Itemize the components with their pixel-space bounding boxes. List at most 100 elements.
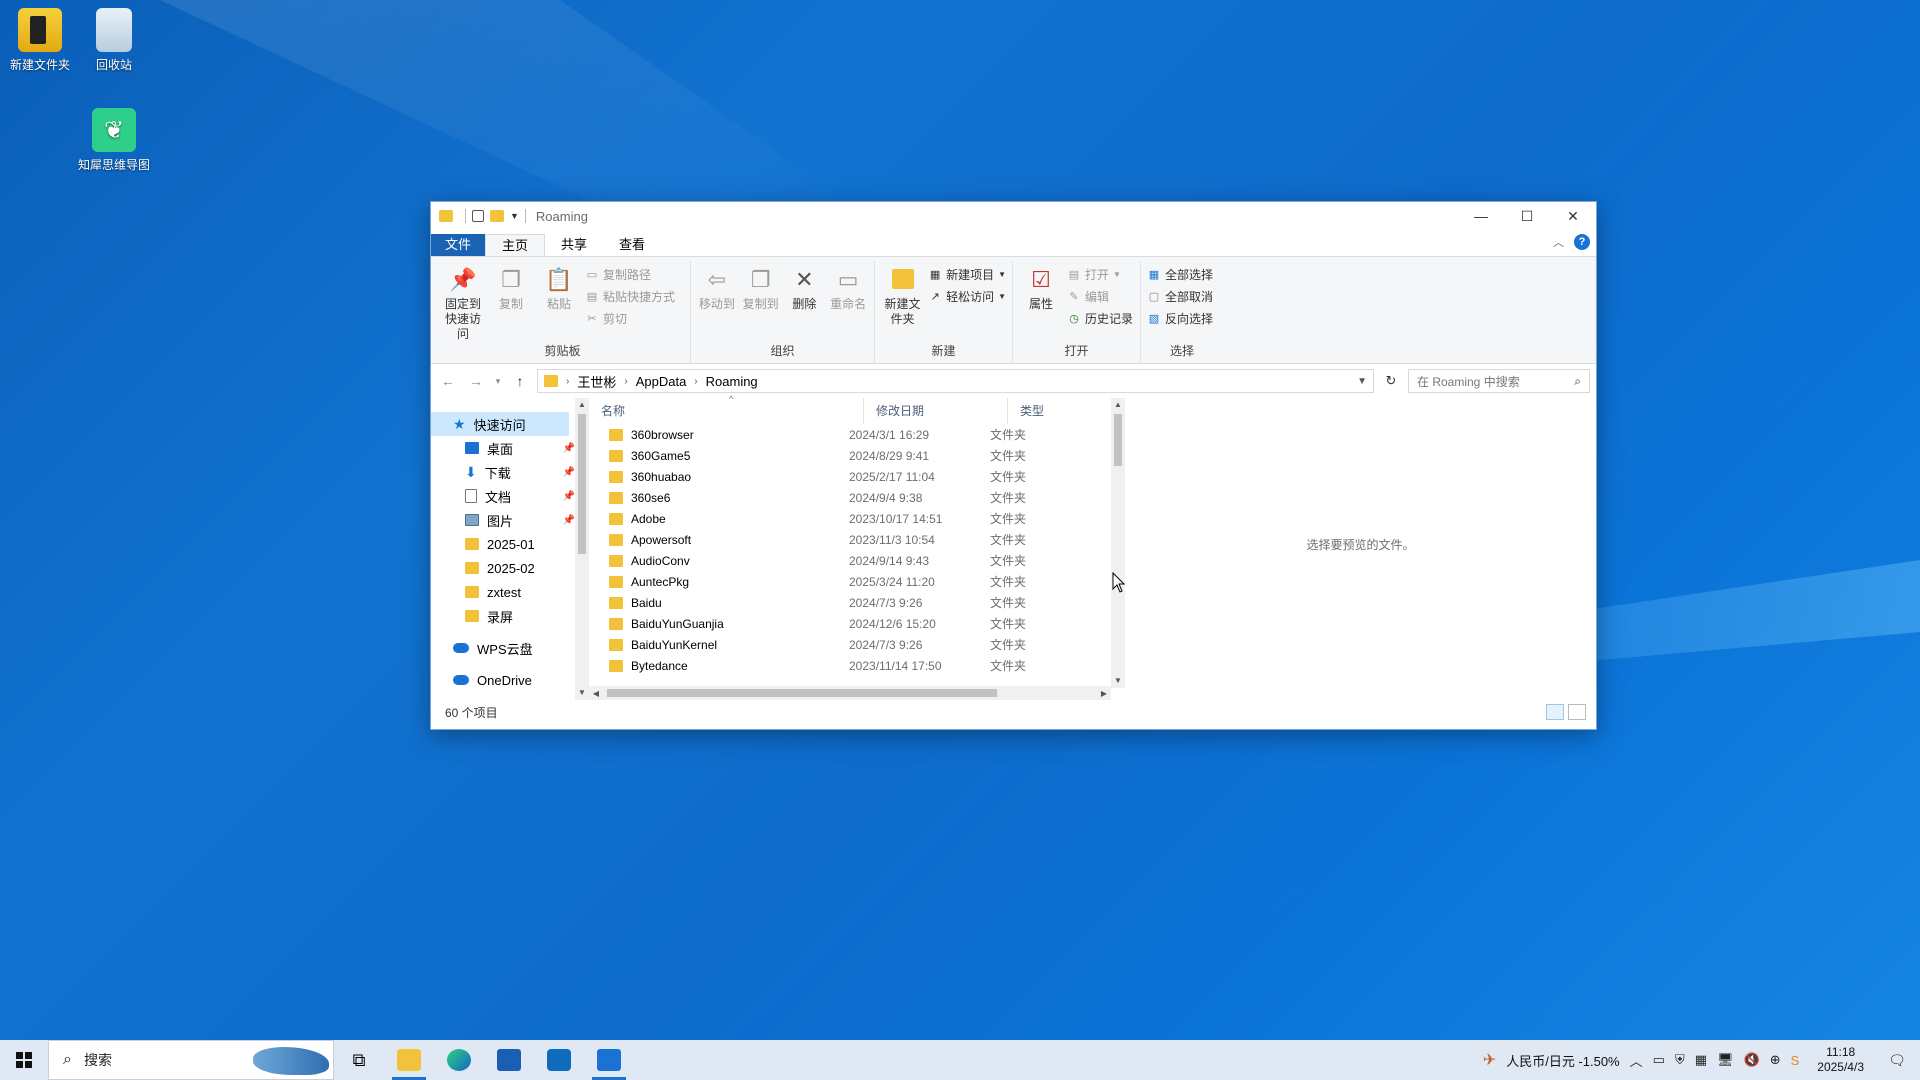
maximize-button[interactable]: ☐	[1504, 202, 1550, 230]
table-row[interactable]: Apowersoft 2023/11/3 10:54 文件夹	[589, 529, 1125, 550]
network-icon[interactable]: 🖥	[1717, 1052, 1734, 1068]
clock[interactable]: 11:18 2025/4/3	[1817, 1045, 1864, 1075]
table-row[interactable]: 360browser 2024/3/1 16:29 文件夹	[589, 424, 1125, 445]
taskbar-outlook[interactable]	[534, 1040, 584, 1080]
table-row[interactable]: Bytedance 2023/11/14 17:50 文件夹	[589, 655, 1125, 676]
scroll-right-arrow[interactable]: ▶	[1097, 689, 1111, 698]
collapse-ribbon-icon[interactable]: ︿	[1553, 234, 1564, 250]
currency-ticker[interactable]: 人民币/日元 -1.50%	[1506, 1051, 1619, 1070]
chevron-up-icon[interactable]: ︿	[1630, 1051, 1643, 1070]
properties-quick-icon[interactable]	[472, 210, 484, 222]
breadcrumb-item[interactable]: Roaming	[706, 374, 758, 389]
table-row[interactable]: AuntecPkg 2025/3/24 11:20 文件夹	[589, 571, 1125, 592]
open-button[interactable]: ▤ 打开 ▼	[1067, 265, 1133, 283]
desktop-icon-recycle-bin[interactable]: 回收站	[74, 8, 154, 73]
forward-button[interactable]: →	[465, 373, 487, 389]
new-item-button[interactable]: ▦ 新建项目 ▼	[928, 265, 1006, 283]
input-method-icon[interactable]: ⊕	[1770, 1052, 1781, 1068]
nav-item-folder[interactable]: 2025-01	[431, 532, 589, 556]
quick-access-dropdown-icon[interactable]: ▼	[510, 211, 519, 221]
table-row[interactable]: Baidu 2024/7/3 9:26 文件夹	[589, 592, 1125, 613]
breadcrumb-item[interactable]: 王世彬	[577, 372, 616, 391]
taskbar-mail-app[interactable]	[584, 1040, 634, 1080]
tab-view[interactable]: 查看	[603, 234, 661, 256]
search-input[interactable]: 在 Roaming 中搜索 ⌕	[1408, 369, 1590, 393]
tab-home[interactable]: 主页	[485, 234, 546, 256]
new-folder-quick-icon[interactable]	[490, 210, 504, 222]
tab-file[interactable]: 文件	[431, 234, 485, 256]
scroll-up-arrow[interactable]: ▲	[1111, 398, 1125, 412]
scrollbar-thumb[interactable]	[607, 689, 997, 697]
desktop-icon-mindmap[interactable]: ❦ 知犀思维导图	[74, 108, 154, 173]
column-date-header[interactable]: 修改日期	[864, 398, 1008, 424]
column-type-header[interactable]: 类型	[1008, 398, 1108, 424]
history-button[interactable]: ◷ 历史记录	[1067, 309, 1133, 327]
ime-icon[interactable]: S	[1791, 1053, 1800, 1068]
scrollbar-thumb[interactable]	[1114, 414, 1122, 466]
list-horizontal-scrollbar[interactable]: ◀ ▶	[589, 686, 1111, 700]
nav-item-folder[interactable]: 录屏	[431, 604, 589, 628]
details-view-button[interactable]	[1546, 704, 1564, 720]
nav-item-downloads[interactable]: ⬇ 下载 📌	[431, 460, 589, 484]
ticker-widget-icon[interactable]: ✈	[1483, 1050, 1496, 1070]
large-icons-view-button[interactable]	[1568, 704, 1586, 720]
task-view-button[interactable]: ⧉	[334, 1040, 384, 1080]
table-row[interactable]: 360Game5 2024/8/29 9:41 文件夹	[589, 445, 1125, 466]
security-icon[interactable]: ⛨	[1675, 1052, 1685, 1068]
tab-share[interactable]: 共享	[545, 234, 603, 256]
nav-item-documents[interactable]: 文档 📌	[431, 484, 589, 508]
app-tray-icon[interactable]: ▦	[1695, 1052, 1707, 1068]
scroll-up-arrow[interactable]: ▲	[575, 398, 589, 412]
chevron-down-icon[interactable]: ▼	[1357, 376, 1367, 387]
breadcrumb-separator[interactable]: ›	[624, 376, 627, 387]
scroll-left-arrow[interactable]: ◀	[589, 689, 603, 698]
table-row[interactable]: BaiduYunKernel 2024/7/3 9:26 文件夹	[589, 634, 1125, 655]
invert-selection-button[interactable]: ▧ 反向选择	[1147, 309, 1213, 327]
scrollbar-thumb[interactable]	[578, 414, 586, 554]
notification-center-icon[interactable]: 🗨	[1882, 1052, 1912, 1069]
table-row[interactable]: BaiduYunGuanjia 2024/12/6 15:20 文件夹	[589, 613, 1125, 634]
volume-muted-icon[interactable]: 🔇	[1744, 1052, 1760, 1068]
nav-item-wps-cloud[interactable]: WPS云盘	[431, 636, 589, 660]
taskbar-store[interactable]	[484, 1040, 534, 1080]
select-all-button[interactable]: ▦ 全部选择	[1147, 265, 1213, 283]
nav-item-pictures[interactable]: 图片 📌	[431, 508, 589, 532]
display-icon[interactable]: ▭	[1653, 1052, 1665, 1068]
breadcrumb-item[interactable]: AppData	[636, 374, 687, 389]
refresh-button[interactable]: ↻	[1380, 373, 1402, 389]
table-row[interactable]: Adobe 2023/10/17 14:51 文件夹	[589, 508, 1125, 529]
taskbar-file-explorer[interactable]	[384, 1040, 434, 1080]
desktop-icon-new-folder[interactable]: 新建文件夹	[0, 8, 80, 73]
close-button[interactable]: ✕	[1550, 202, 1596, 230]
scroll-down-arrow[interactable]: ▼	[575, 686, 589, 700]
easy-access-button[interactable]: ↗ 轻松访问 ▼	[928, 287, 1006, 305]
title-bar[interactable]: ▼ Roaming — ☐ ✕	[431, 202, 1596, 230]
list-vertical-scrollbar[interactable]: ▲ ▼	[1111, 398, 1125, 688]
address-bar[interactable]: › 王世彬 › AppData › Roaming ▼	[537, 369, 1374, 393]
breadcrumb-separator[interactable]: ›	[694, 376, 697, 387]
taskbar-search-box[interactable]: ⌕ 搜索	[48, 1040, 334, 1080]
nav-item-onedrive[interactable]: OneDrive	[431, 668, 589, 692]
recent-locations-dropdown[interactable]: ▾	[493, 376, 503, 387]
nav-item-folder[interactable]: 2025-02	[431, 556, 589, 580]
copy-path-button[interactable]: ▭ 复制路径	[585, 265, 675, 283]
nav-item-folder[interactable]: zxtest	[431, 580, 589, 604]
edit-button[interactable]: ✎ 编辑	[1067, 287, 1133, 305]
start-button[interactable]	[0, 1040, 48, 1080]
table-row[interactable]: 360se6 2024/9/4 9:38 文件夹	[589, 487, 1125, 508]
column-name-header[interactable]: 名称	[589, 398, 864, 424]
scroll-down-arrow[interactable]: ▼	[1111, 674, 1125, 688]
paste-shortcut-button[interactable]: ▤ 粘贴快捷方式	[585, 287, 675, 305]
select-none-button[interactable]: ▢ 全部取消	[1147, 287, 1213, 305]
help-icon[interactable]: ?	[1574, 234, 1590, 250]
up-button[interactable]: ↑	[509, 373, 531, 389]
table-row[interactable]: 360huabao 2025/2/17 11:04 文件夹	[589, 466, 1125, 487]
back-button[interactable]: ←	[437, 373, 459, 389]
taskbar-edge[interactable]	[434, 1040, 484, 1080]
table-row[interactable]: AudioConv 2024/9/14 9:43 文件夹	[589, 550, 1125, 571]
nav-item-desktop[interactable]: 桌面 📌	[431, 436, 589, 460]
nav-scrollbar[interactable]: ▲ ▼	[575, 398, 589, 700]
nav-quick-access[interactable]: ★ 快速访问	[431, 412, 569, 436]
cut-button[interactable]: ✂ 剪切	[585, 309, 675, 327]
minimize-button[interactable]: —	[1458, 202, 1504, 230]
